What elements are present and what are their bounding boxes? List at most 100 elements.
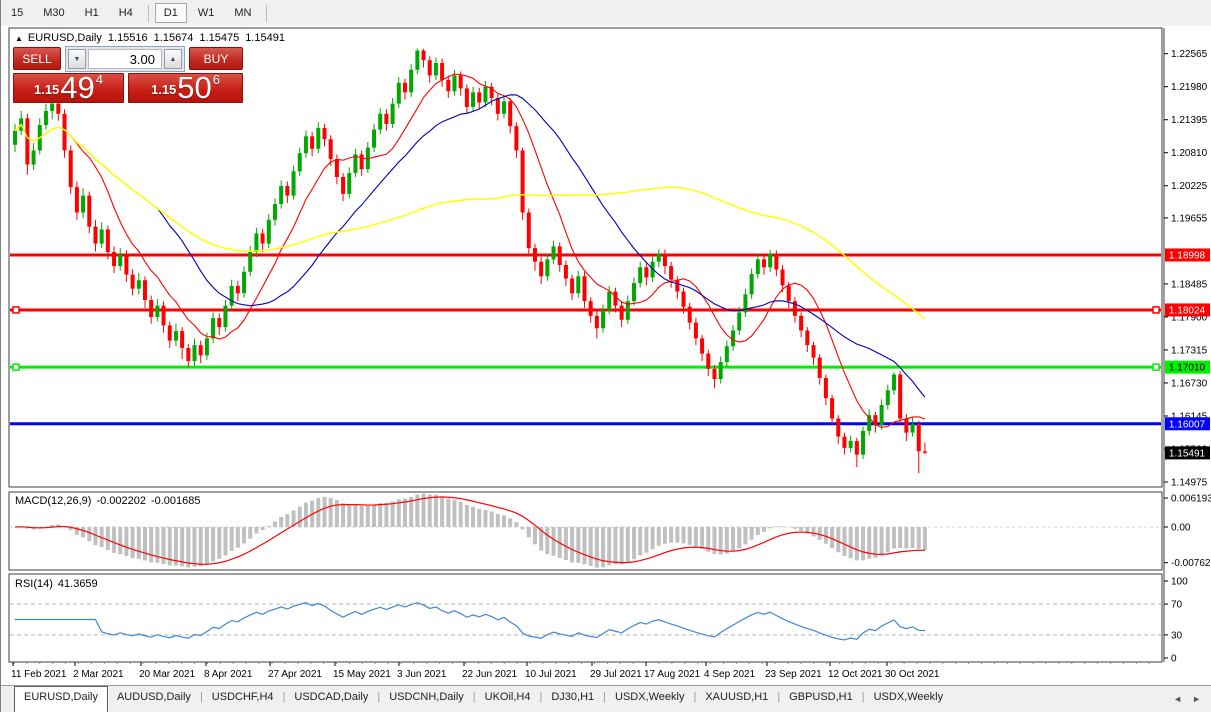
line-handle[interactable] bbox=[13, 307, 19, 313]
macd-tick-label: 0.00 bbox=[1171, 523, 1191, 534]
ohlc-close: 1.15491 bbox=[245, 32, 285, 44]
chart-header: ▲EURUSD,Daily1.155161.156741.154751.1549… bbox=[15, 32, 291, 44]
date-tick-label: 17 Aug 2021 bbox=[644, 669, 701, 680]
candle-body bbox=[892, 375, 896, 391]
buy-price-tile[interactable]: 1.15 50 6 bbox=[128, 73, 243, 103]
candle-body bbox=[917, 424, 921, 451]
candle-body bbox=[316, 128, 320, 149]
level-price-badge-label: 1.18998 bbox=[1169, 250, 1206, 261]
candle-body bbox=[372, 130, 376, 148]
volume-spinner: ▼ ▲ bbox=[65, 46, 185, 72]
candle-body bbox=[50, 104, 54, 111]
volume-decrease-button[interactable]: ▼ bbox=[68, 49, 86, 69]
tab-gbpusd-h1[interactable]: GBPUSD,H1 bbox=[780, 686, 862, 712]
tab-eurusd-daily[interactable]: EURUSD,Daily bbox=[14, 686, 108, 712]
volume-increase-button[interactable]: ▲ bbox=[164, 49, 182, 69]
tab-dj30-h1[interactable]: DJ30,H1 bbox=[542, 686, 603, 712]
line-handle[interactable] bbox=[13, 364, 19, 370]
volume-input[interactable] bbox=[88, 49, 162, 69]
candle-body bbox=[199, 345, 203, 355]
candle-body bbox=[415, 51, 419, 70]
sell-price-tile[interactable]: 1.15 49 4 bbox=[13, 73, 124, 103]
date-tick-label: 10 Jul 2021 bbox=[525, 669, 577, 680]
candle-body bbox=[446, 80, 450, 91]
candle-body bbox=[81, 196, 85, 213]
tab-xauusd-h1[interactable]: XAUUSD,H1 bbox=[696, 686, 777, 712]
candle-body bbox=[570, 279, 574, 294]
price-tick-label: 1.16730 bbox=[1171, 378, 1208, 389]
sell-button[interactable]: SELL bbox=[13, 47, 61, 70]
tab-usdx-weekly-2[interactable]: USDX,Weekly bbox=[865, 686, 952, 712]
candle-body bbox=[180, 331, 184, 348]
candle-body bbox=[694, 323, 698, 339]
candle-body bbox=[508, 101, 512, 126]
tab-usdcnh-daily[interactable]: USDCNH,Daily bbox=[380, 686, 473, 712]
candle-body bbox=[688, 307, 692, 323]
tab-usdchf-h4[interactable]: USDCHF,H4 bbox=[203, 686, 283, 712]
sell-price-big: 49 bbox=[60, 75, 94, 101]
line-handle[interactable] bbox=[1153, 307, 1159, 313]
date-tick-label: 8 Apr 2021 bbox=[204, 669, 253, 680]
candle-body bbox=[774, 254, 778, 270]
ohlc-open: 1.15516 bbox=[108, 32, 148, 44]
date-tick-label: 15 May 2021 bbox=[333, 669, 391, 680]
date-tick-label: 23 Sep 2021 bbox=[765, 669, 822, 680]
tab-ukoil-h4[interactable]: UKOil,H4 bbox=[476, 686, 540, 712]
candle-body bbox=[149, 300, 153, 317]
ohlc-high: 1.15674 bbox=[154, 32, 194, 44]
price-tick-label: 1.20225 bbox=[1171, 181, 1208, 192]
candle-body bbox=[768, 254, 772, 268]
candle-body bbox=[781, 270, 785, 286]
candle-body bbox=[13, 131, 17, 145]
buy-button[interactable]: BUY bbox=[189, 47, 243, 70]
tab-usdx-weekly[interactable]: USDX,Weekly bbox=[606, 686, 693, 712]
candle-body bbox=[452, 75, 456, 91]
macd-tick-label: -0.00762 bbox=[1171, 558, 1211, 569]
candle-body bbox=[657, 254, 661, 262]
candle-body bbox=[812, 345, 816, 357]
candle-body bbox=[360, 154, 364, 169]
candle-body bbox=[285, 186, 289, 196]
candle-body bbox=[923, 451, 927, 452]
chart-canvas[interactable]: 1.225651.219801.213951.208101.202251.196… bbox=[1, 0, 1211, 712]
candle-body bbox=[162, 306, 166, 326]
one-click-trading-panel: SELL ▼ ▲ BUY 1.15 49 4 1.15 50 6 bbox=[13, 46, 243, 103]
price-tick-label: 1.18485 bbox=[1171, 279, 1208, 290]
candle-body bbox=[211, 318, 215, 338]
tab-scroll-arrows: ◄ ► bbox=[1173, 686, 1211, 712]
tab-usdcad-daily[interactable]: USDCAD,Daily bbox=[285, 686, 377, 712]
candle-body bbox=[155, 306, 159, 317]
spin-up-icon: ▲ bbox=[170, 56, 177, 63]
tab-audusd-daily[interactable]: AUDUSD,Daily bbox=[108, 686, 200, 712]
date-tick-label: 20 Mar 2021 bbox=[139, 669, 196, 680]
candle-body bbox=[898, 375, 902, 419]
candle-body bbox=[63, 114, 67, 151]
candle-body bbox=[564, 265, 568, 279]
candle-body bbox=[787, 285, 791, 301]
candle-body bbox=[719, 362, 723, 379]
candle-body bbox=[669, 266, 673, 280]
rsi-pane-frame bbox=[9, 574, 1162, 662]
level-price-badge-label: 1.16007 bbox=[1169, 419, 1206, 430]
candle-body bbox=[100, 229, 104, 243]
candle-body bbox=[193, 345, 197, 361]
candle-body bbox=[514, 126, 518, 150]
ohlc-low: 1.15475 bbox=[199, 32, 239, 44]
candle-body bbox=[904, 419, 908, 433]
candle-body bbox=[292, 171, 296, 195]
price-tick-label: 1.19655 bbox=[1171, 213, 1208, 224]
tab-scroll-right-icon[interactable]: ► bbox=[1192, 694, 1201, 704]
candle-body bbox=[347, 173, 351, 194]
candle-body bbox=[323, 128, 327, 139]
collapse-triangle-icon[interactable]: ▲ bbox=[15, 34, 23, 43]
candle-body bbox=[403, 83, 407, 93]
price-tick-label: 1.17315 bbox=[1171, 345, 1208, 356]
candle-body bbox=[131, 275, 135, 289]
candle-body bbox=[118, 255, 122, 266]
candle-body bbox=[737, 312, 741, 330]
candle-body bbox=[32, 150, 36, 164]
rsi-tick-label: 70 bbox=[1171, 600, 1183, 611]
candle-body bbox=[675, 280, 679, 292]
tab-scroll-left-icon[interactable]: ◄ bbox=[1173, 694, 1182, 704]
line-handle[interactable] bbox=[1153, 364, 1159, 370]
